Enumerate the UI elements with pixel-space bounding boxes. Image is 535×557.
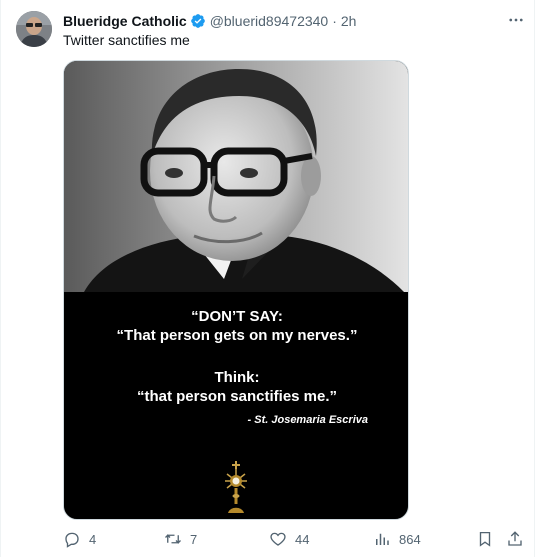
bookmark-button[interactable] — [476, 529, 494, 549]
reply-icon — [65, 532, 79, 548]
quote-line-1: “DON’T SAY: — [191, 308, 283, 325]
avatar[interactable] — [16, 11, 52, 47]
portrait-photo — [64, 61, 408, 292]
quote-attribution: - St. Josemaria Escriva — [247, 414, 368, 426]
action-bar: 4 7 44 864 — [63, 529, 533, 549]
quote-block: “DON’T SAY: “That person gets on my nerv… — [64, 307, 408, 406]
quote-line-2: “That person gets on my nerves.” — [116, 327, 358, 344]
views-count: 864 — [399, 531, 421, 547]
tweet-timestamp[interactable]: 2h — [341, 13, 357, 29]
retweet-button[interactable]: 7 — [164, 529, 197, 549]
quote-line-3: Think: — [214, 369, 260, 386]
quote-line-4: “that person sanctifies me.” — [136, 388, 338, 405]
views-icon — [376, 533, 389, 545]
like-button[interactable]: 44 — [269, 529, 309, 549]
tweet-media[interactable]: “DON’T SAY: “That person gets on my nerv… — [63, 60, 409, 520]
like-icon — [270, 532, 286, 546]
avatar-image — [16, 11, 52, 47]
tweet-text: Twitter sanctifies me — [63, 32, 190, 48]
author-name[interactable]: Blueridge Catholic — [63, 13, 187, 29]
monstrance-icon — [225, 461, 247, 513]
tweet-header: Blueridge Catholic @bluerid89472340 · 2h — [63, 11, 356, 31]
share-button[interactable] — [506, 529, 524, 549]
share-icon — [508, 531, 522, 546]
retweet-count: 7 — [190, 531, 198, 547]
views-button[interactable]: 864 — [373, 529, 421, 549]
retweet-icon — [165, 534, 181, 544]
separator-dot: · — [332, 13, 337, 29]
author-handle[interactable]: @bluerid89472340 — [210, 13, 329, 29]
verified-badge-icon — [190, 13, 206, 29]
reply-button[interactable]: 4 — [63, 529, 96, 549]
like-count: 44 — [295, 531, 310, 547]
more-icon[interactable] — [506, 11, 526, 29]
bookmark-icon — [479, 531, 491, 547]
tweet-card[interactable]: Blueridge Catholic @bluerid89472340 · 2h… — [0, 0, 535, 557]
reply-count: 4 — [89, 531, 97, 547]
